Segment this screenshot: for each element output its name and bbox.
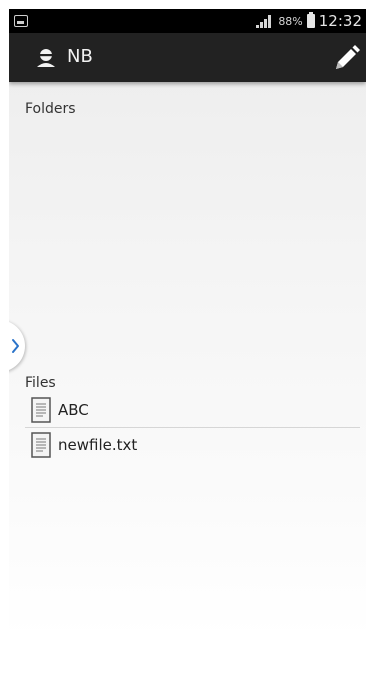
pencil-icon[interactable] <box>332 43 362 73</box>
account-icon[interactable] <box>35 47 57 69</box>
file-list: ABC newfile.txt <box>25 393 360 462</box>
app-screen: 88% 12:32 NB Folders Files ABC newfile.t… <box>9 9 366 639</box>
battery-icon <box>306 12 315 28</box>
files-header: Files <box>25 375 56 391</box>
chevron-right-icon <box>12 339 19 353</box>
screenshot-notification-icon <box>14 15 28 27</box>
file-item[interactable]: ABC <box>25 393 360 428</box>
document-icon <box>31 432 51 458</box>
signal-icon <box>256 14 274 28</box>
action-bar: NB <box>9 33 366 82</box>
document-icon <box>31 397 51 423</box>
account-name[interactable]: NB <box>67 46 93 67</box>
drawer-toggle-button[interactable] <box>9 320 25 372</box>
status-indicators: 88% 12:32 <box>256 9 362 33</box>
clock: 12:32 <box>318 12 362 30</box>
file-name: newfile.txt <box>58 436 138 454</box>
status-bar: 88% 12:32 <box>9 9 366 33</box>
file-item[interactable]: newfile.txt <box>25 428 360 462</box>
folders-header: Folders <box>25 101 76 117</box>
battery-percent: 88% <box>278 14 303 28</box>
file-name: ABC <box>58 401 89 419</box>
